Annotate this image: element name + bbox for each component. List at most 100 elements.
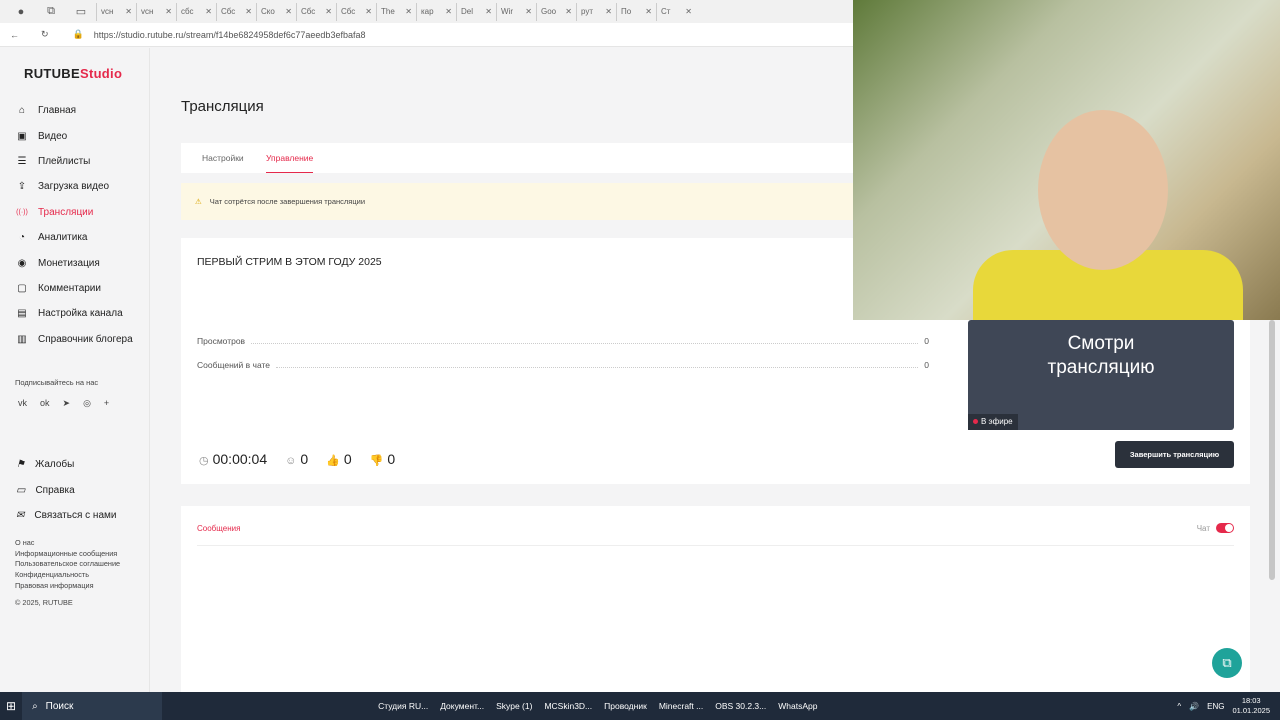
close-icon[interactable]: ✕: [525, 7, 532, 16]
tray-chevron-icon[interactable]: ^: [1177, 702, 1181, 711]
browser-tab[interactable]: Del ✕: [456, 2, 496, 21]
browser-tab[interactable]: рут ✕: [576, 2, 616, 21]
sidebar-item-label: Справка: [35, 484, 75, 496]
sidebar-item[interactable]: ((·)) Трансляции: [16, 200, 133, 225]
copyright: © 2025, RUTUBE: [15, 597, 73, 607]
social-links: vk ok ➤ ◎ +: [18, 398, 109, 409]
video-icon: ▣: [17, 130, 27, 142]
sidebar-item[interactable]: ☰ Плейлисты: [16, 149, 133, 174]
broadcast-icon: ((·)): [16, 208, 28, 216]
support-chat-button[interactable]: ⧉: [1212, 648, 1242, 678]
ok-icon[interactable]: ok: [40, 398, 50, 409]
chat-toggle[interactable]: [1216, 523, 1234, 533]
taskbar-app[interactable]: Проводник: [598, 692, 653, 720]
close-icon[interactable]: ✕: [285, 7, 292, 16]
close-icon[interactable]: ✕: [605, 7, 612, 16]
language-indicator[interactable]: ENG: [1207, 702, 1224, 711]
tab-actions-icon[interactable]: ▭: [66, 0, 96, 23]
tab-messages[interactable]: Сообщения: [197, 524, 240, 533]
footer-link[interactable]: Пользовательское соглашение: [15, 559, 120, 570]
browser-tab[interactable]: cбс ✕: [176, 2, 216, 21]
close-icon[interactable]: ✕: [165, 7, 172, 16]
browser-tab[interactable]: Сбс ✕: [216, 2, 256, 21]
sidebar-item-label: Видео: [38, 130, 68, 142]
chat-messages-row: Сообщений в чате 0: [197, 360, 929, 370]
taskbar-app[interactable]: MCSkin3D...: [538, 692, 598, 720]
subscribe-label: Подписывайтесь на нас: [15, 378, 99, 387]
volume-icon[interactable]: 🔊: [1189, 702, 1199, 711]
taskbar-search[interactable]: ⌕ Поиск: [22, 692, 163, 720]
telegram-icon[interactable]: ➤: [63, 398, 71, 409]
clock[interactable]: 18:03 01.01.2025: [1232, 696, 1270, 716]
sidebar-item[interactable]: ▢ Комментарии: [16, 276, 133, 301]
lock-icon: 🔒: [72, 29, 84, 39]
tab-management[interactable]: Управление: [266, 153, 314, 173]
taskbar-app[interactable]: WhatsApp: [772, 692, 823, 720]
sidebar-item[interactable]: ◔ Аналитика: [16, 225, 133, 250]
browser-tab[interactable]: Goo ✕: [536, 2, 576, 21]
tab-settings[interactable]: Настройки: [202, 153, 244, 163]
viber-icon[interactable]: ◎: [83, 398, 91, 409]
sidebar-item[interactable]: ⌂ Главная: [16, 98, 133, 123]
close-icon[interactable]: ✕: [245, 7, 252, 16]
sidebar-item[interactable]: ✉ Связаться с нами: [16, 503, 116, 528]
close-icon[interactable]: ✕: [205, 7, 212, 16]
taskbar-app[interactable]: Minecraft ...: [653, 692, 709, 720]
taskbar-app[interactable]: Документ...: [434, 692, 490, 720]
sidebar-item[interactable]: ▭ Справка: [16, 477, 116, 502]
collections-icon[interactable]: ⧉: [36, 0, 66, 23]
sidebar-item[interactable]: ◉ Монетизация: [16, 250, 133, 275]
start-button[interactable]: ⊞: [0, 692, 22, 720]
taskbar-app[interactable]: Студия RU...: [372, 692, 434, 720]
messages-card: Сообщения Чат: [181, 506, 1250, 692]
browser-profile-icon[interactable]: ●: [6, 0, 36, 23]
dislikes-count: 👎 0: [369, 451, 396, 467]
close-icon[interactable]: ✕: [685, 7, 692, 16]
close-icon[interactable]: ✕: [485, 7, 492, 16]
browser-tab[interactable]: The ✕: [376, 2, 416, 21]
taskbar-app[interactable]: Skype (1): [490, 692, 538, 720]
browser-tab[interactable]: кар ✕: [416, 2, 456, 21]
coin-icon: ◉: [17, 257, 27, 269]
stream-preview[interactable]: Смотри трансляцию В эфире: [968, 320, 1234, 430]
back-icon[interactable]: ←: [10, 30, 19, 40]
close-icon[interactable]: ✕: [645, 7, 652, 16]
end-stream-button[interactable]: Завершить трансляцию: [1115, 441, 1234, 468]
browser-tab[interactable]: Ско ✕: [256, 2, 296, 21]
browser-tab[interactable]: Сбс ✕: [296, 2, 336, 21]
browser-tab[interactable]: vcн ✕: [136, 2, 176, 21]
browser-tab[interactable]: Сбс ✕: [336, 2, 376, 21]
close-icon[interactable]: ✕: [325, 7, 332, 16]
taskbar-app[interactable]: OBS 30.2.3...: [709, 692, 772, 720]
sidebar-item-label: Справочник блогера: [38, 333, 133, 345]
tab-title: vcн: [101, 7, 114, 16]
rutube-studio-logo[interactable]: RUTUBEStudio: [24, 66, 122, 81]
footer-link[interactable]: Правовая информация: [15, 581, 120, 592]
sidebar-item[interactable]: ▤ Настройка канала: [16, 301, 133, 326]
chat-toggle-label: Чат: [1196, 523, 1210, 533]
close-icon[interactable]: ✕: [365, 7, 372, 16]
close-icon[interactable]: ✕: [125, 7, 132, 16]
footer-link[interactable]: Информационные сообщения: [15, 549, 120, 560]
browser-tab[interactable]: Ст ✕: [656, 2, 696, 21]
url-field[interactable]: https://studio.rutube.ru/stream/f14be682…: [94, 30, 366, 40]
reload-icon[interactable]: ↻: [41, 29, 49, 40]
browser-tab[interactable]: По ✕: [616, 2, 656, 21]
sidebar-item[interactable]: ▣ Видео: [16, 123, 133, 148]
sidebar-item[interactable]: ▥ Справочник блогера: [16, 327, 133, 352]
scrollbar[interactable]: [1269, 320, 1275, 580]
sidebar-item[interactable]: ⚑ Жалобы: [16, 452, 116, 477]
tab-title: Сбс: [341, 7, 356, 16]
browser-tab[interactable]: vcн ✕: [96, 2, 136, 21]
close-icon[interactable]: ✕: [405, 7, 412, 16]
sidebar-item[interactable]: ⇪ Загрузка видео: [16, 174, 133, 199]
close-icon[interactable]: ✕: [445, 7, 452, 16]
close-icon[interactable]: ✕: [565, 7, 572, 16]
footer-link[interactable]: О нас: [15, 538, 120, 549]
sidebar-item-label: Комментарии: [38, 282, 101, 294]
footer-link[interactable]: Конфиденциальность: [15, 570, 120, 581]
sidebar-nav-secondary: ⚑ Жалобы ▭ Справка ✉ Связаться с нами: [16, 452, 116, 528]
browser-tab[interactable]: Wir ✕: [496, 2, 536, 21]
vk-icon[interactable]: vk: [18, 398, 27, 409]
more-icon[interactable]: +: [104, 398, 109, 409]
